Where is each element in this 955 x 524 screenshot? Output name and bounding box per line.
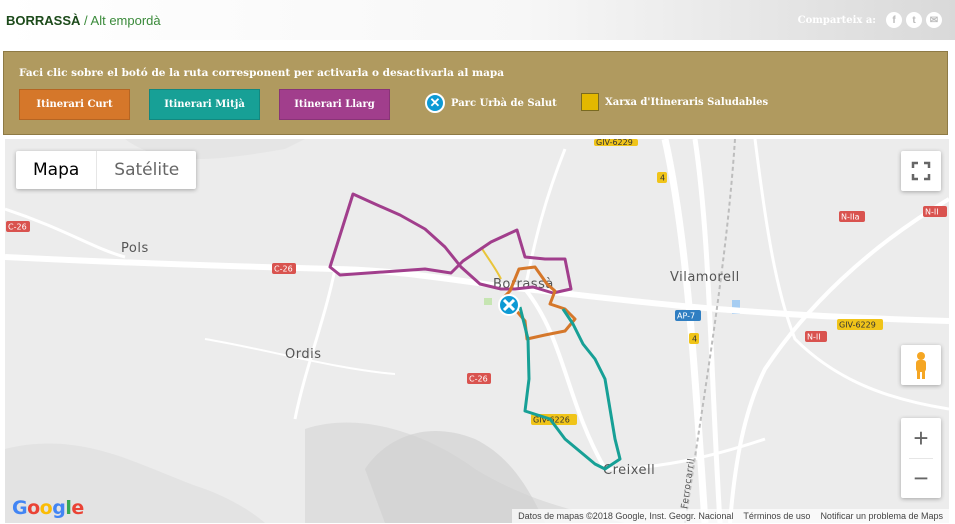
facebook-icon[interactable]: f	[886, 12, 902, 28]
routes-panel: Faci clic sobre el botó de la ruta corre…	[3, 51, 948, 135]
network-square-icon	[581, 93, 599, 111]
road	[5, 207, 126, 259]
legend-park[interactable]: ✕ Parc Urbà de Salut	[425, 93, 557, 113]
share-bar: Comparteix a: f t ✉	[798, 12, 942, 28]
park-area	[484, 298, 492, 305]
top-bar: BORRASSÀ / Alt empordà Comparteix a: f t…	[0, 0, 955, 40]
route-medium-button[interactable]: Itinerari Mitjà	[149, 89, 260, 120]
region-link[interactable]: Alt empordà	[91, 13, 161, 28]
road	[523, 287, 607, 470]
routes-instruction: Faci clic sobre el botó de la ruta corre…	[19, 67, 505, 79]
map-type-satellite-button[interactable]: Satélite	[96, 151, 196, 189]
pegman-icon	[916, 352, 926, 379]
road-label: C-26	[469, 375, 488, 384]
fullscreen-button[interactable]	[901, 151, 941, 191]
route-network-line	[480, 246, 502, 280]
road-label: AP-7	[677, 312, 695, 321]
park-marker-icon: ✕	[425, 93, 445, 113]
page-title: BORRASSÀ / Alt empordà	[6, 13, 161, 28]
legend-network-label: Xarxa d'Itineraris Saludables	[605, 96, 769, 108]
road-label: GIV-6229	[596, 139, 633, 147]
road-label: C-26	[8, 223, 27, 232]
share-label: Comparteix a:	[797, 14, 876, 26]
road-ap7	[661, 139, 709, 523]
map-attribution: Datos de mapas ©2018 Google, Inst. Geogr…	[512, 509, 949, 523]
zoom-in-button[interactable]: +	[901, 418, 941, 458]
street-view-button[interactable]	[901, 345, 941, 385]
place-label: Ferrocarril	[680, 458, 697, 510]
place-label: Ordis	[285, 347, 322, 362]
map-view[interactable]: C-26 C-26 C-26 GIV-6229 4 4 N-IIa N-II A…	[5, 139, 949, 523]
route-short-button[interactable]: Itinerari Curt	[19, 89, 130, 120]
twitter-icon[interactable]: t	[906, 12, 922, 28]
route-long-button[interactable]: Itinerari Llarg	[279, 89, 390, 120]
road-label: N-IIa	[841, 213, 860, 222]
road	[293, 268, 337, 420]
fullscreen-icon	[911, 161, 931, 181]
legend-park-label: Parc Urbà de Salut	[451, 97, 557, 109]
map-data-credit: Datos de mapas ©2018 Google, Inst. Geogr…	[518, 511, 734, 521]
place-label: Pols	[121, 241, 149, 256]
place-name: BORRASSÀ	[6, 13, 81, 28]
road-label: GIV-6229	[839, 321, 876, 330]
map-type-toggle: Mapa Satélite	[16, 151, 197, 189]
title-separator: /	[80, 13, 91, 28]
place-label: Vilamorell	[670, 270, 740, 285]
park-marker-icon[interactable]	[498, 294, 520, 316]
report-problem-link[interactable]: Notificar un problema de Maps	[820, 511, 943, 521]
road-label: N-II	[925, 208, 939, 217]
road-label: N-II	[807, 333, 821, 342]
zoom-control: + −	[901, 418, 941, 498]
terms-link[interactable]: Términos de uso	[743, 511, 810, 521]
map-type-map-button[interactable]: Mapa	[16, 151, 96, 189]
road-label: 4	[692, 335, 697, 344]
zoom-out-button[interactable]: −	[901, 458, 941, 498]
google-logo[interactable]: Google	[12, 497, 84, 519]
legend-network[interactable]: Xarxa d'Itineraris Saludables	[581, 93, 768, 111]
map-canvas[interactable]: C-26 C-26 C-26 GIV-6229 4 4 N-IIa N-II A…	[5, 139, 949, 523]
road-label: C-26	[274, 265, 293, 274]
email-icon[interactable]: ✉	[926, 12, 942, 28]
road-label: 4	[660, 174, 665, 183]
